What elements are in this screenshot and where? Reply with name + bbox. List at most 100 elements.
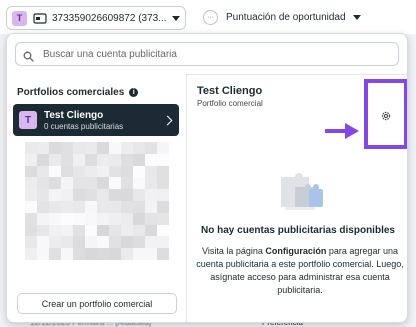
portfolio-item-selected[interactable]: T Test Cliengo 0 cuentas publicitarias [13, 104, 179, 136]
redaction-pixel [109, 142, 121, 154]
redaction-pixel [49, 248, 61, 261]
redaction-pixel [85, 189, 97, 202]
score-icon: ··· [203, 10, 218, 25]
redaction-pixel [73, 236, 85, 249]
empty-body-prefix: Visita la página [202, 246, 266, 256]
redaction-pixel [61, 248, 73, 261]
redaction-pixel [85, 236, 97, 249]
redaction-pixel [61, 142, 73, 154]
redaction-pixel [37, 201, 49, 213]
redaction-pixel [157, 153, 169, 166]
redaction-pixel [37, 189, 49, 202]
redaction-pixel [49, 153, 61, 166]
redaction-pixel [37, 236, 49, 249]
chevron-down-icon [172, 15, 180, 21]
redaction-pixel [61, 189, 73, 202]
redaction-pixel [97, 142, 109, 154]
section-title-label: Portfolios comerciales [17, 87, 125, 98]
redaction-pixel [61, 165, 73, 178]
empty-state-title: No hay cuentas publicitarias disponibles [201, 225, 395, 236]
redaction-pixel [49, 165, 61, 178]
opportunity-score-selector[interactable]: ··· Puntuación de oportunidad [203, 10, 361, 25]
redaction-pixel [25, 153, 37, 166]
redaction-pixel [85, 248, 97, 261]
redaction-pixel [61, 153, 73, 166]
redaction-pixel [37, 212, 49, 225]
chevron-down-icon [352, 15, 361, 20]
redaction-pixel [133, 165, 145, 178]
redaction-pixel [157, 248, 169, 261]
redaction-pixel [133, 212, 145, 225]
redaction-pixel [157, 177, 169, 190]
redaction-pixel [49, 212, 61, 225]
redaction-pixel [145, 153, 157, 166]
redaction-pixel [157, 201, 169, 213]
redaction-pixel [25, 142, 37, 154]
settings-link[interactable]: Configuración [265, 246, 326, 256]
redaction-pixel [49, 189, 61, 202]
redaction-pixel [121, 177, 133, 190]
redaction-pixel [145, 248, 157, 261]
redaction-pixel [97, 212, 109, 225]
account-id-label: 373359026609872 (373... [52, 12, 167, 24]
detail-title: Test Cliengo [197, 85, 263, 97]
redaction-pixel [145, 142, 157, 154]
redaction-pixel [49, 142, 61, 154]
chevron-right-icon [162, 115, 173, 125]
redaction-pixel [121, 248, 133, 261]
redaction-pixel [85, 177, 97, 190]
portfolio-avatar: T [19, 111, 37, 129]
search-input[interactable] [41, 47, 391, 61]
redaction-pixel [85, 212, 97, 225]
opportunity-score-label: Puntuación de oportunidad [226, 12, 346, 23]
redaction-pixel [133, 189, 145, 202]
redaction-pixel [85, 201, 97, 213]
redaction-pixel [61, 236, 73, 249]
redaction-pixel [109, 165, 121, 178]
redaction-pixel [157, 189, 169, 202]
redaction-pixel [73, 248, 85, 261]
puzzle-illustration [277, 169, 329, 215]
redaction-pixel [85, 165, 97, 178]
search-field[interactable] [15, 42, 399, 66]
redaction-pixel [109, 189, 121, 202]
redaction-pixel [61, 224, 73, 237]
redaction-pixel [97, 177, 109, 190]
redaction-pixel [157, 212, 169, 225]
redaction-pixel [73, 189, 85, 202]
redaction-pixel [85, 153, 97, 166]
redaction-pixel [121, 153, 133, 166]
gear-icon[interactable] [380, 109, 392, 121]
redaction-pixel [133, 142, 145, 154]
redaction-pixel [133, 248, 145, 261]
redaction-pixel [85, 142, 97, 154]
redaction-pixel [133, 236, 145, 249]
redaction-pixel [157, 224, 169, 237]
redaction-pixel [145, 189, 157, 202]
redaction-pixel [25, 201, 37, 213]
redaction-pixel [25, 236, 37, 249]
redaction-pixel [85, 224, 97, 237]
info-icon[interactable]: i [129, 88, 139, 97]
redaction-pixel [37, 165, 49, 178]
redaction-pixel [73, 201, 85, 213]
redaction-pixel [109, 177, 121, 190]
detail-subtitle: Portfolio comercial [197, 99, 263, 108]
redaction-pixel [37, 177, 49, 190]
redaction-pixel [73, 142, 85, 154]
redaction-pixel [37, 142, 49, 154]
empty-state-body: Visita la página Configuración para agre… [195, 245, 405, 297]
redaction-pixel [157, 165, 169, 178]
background-strip [408, 34, 416, 327]
ad-account-selector[interactable]: T 373359026609872 (373... [6, 6, 186, 30]
redaction-pixel [109, 236, 121, 249]
redaction-pixel [61, 201, 73, 213]
redaction-pixel [73, 177, 85, 190]
create-portfolio-button[interactable]: Crear un portfolio comercial [17, 293, 177, 314]
redaction-pixel [121, 236, 133, 249]
portfolio-item-texts: Test Cliengo 0 cuentas publicitarias [44, 110, 164, 131]
redaction-pixel [97, 236, 109, 249]
redaction-pixel [49, 224, 61, 237]
redaction-pixel [109, 224, 121, 237]
redaction-pixel [121, 224, 133, 237]
